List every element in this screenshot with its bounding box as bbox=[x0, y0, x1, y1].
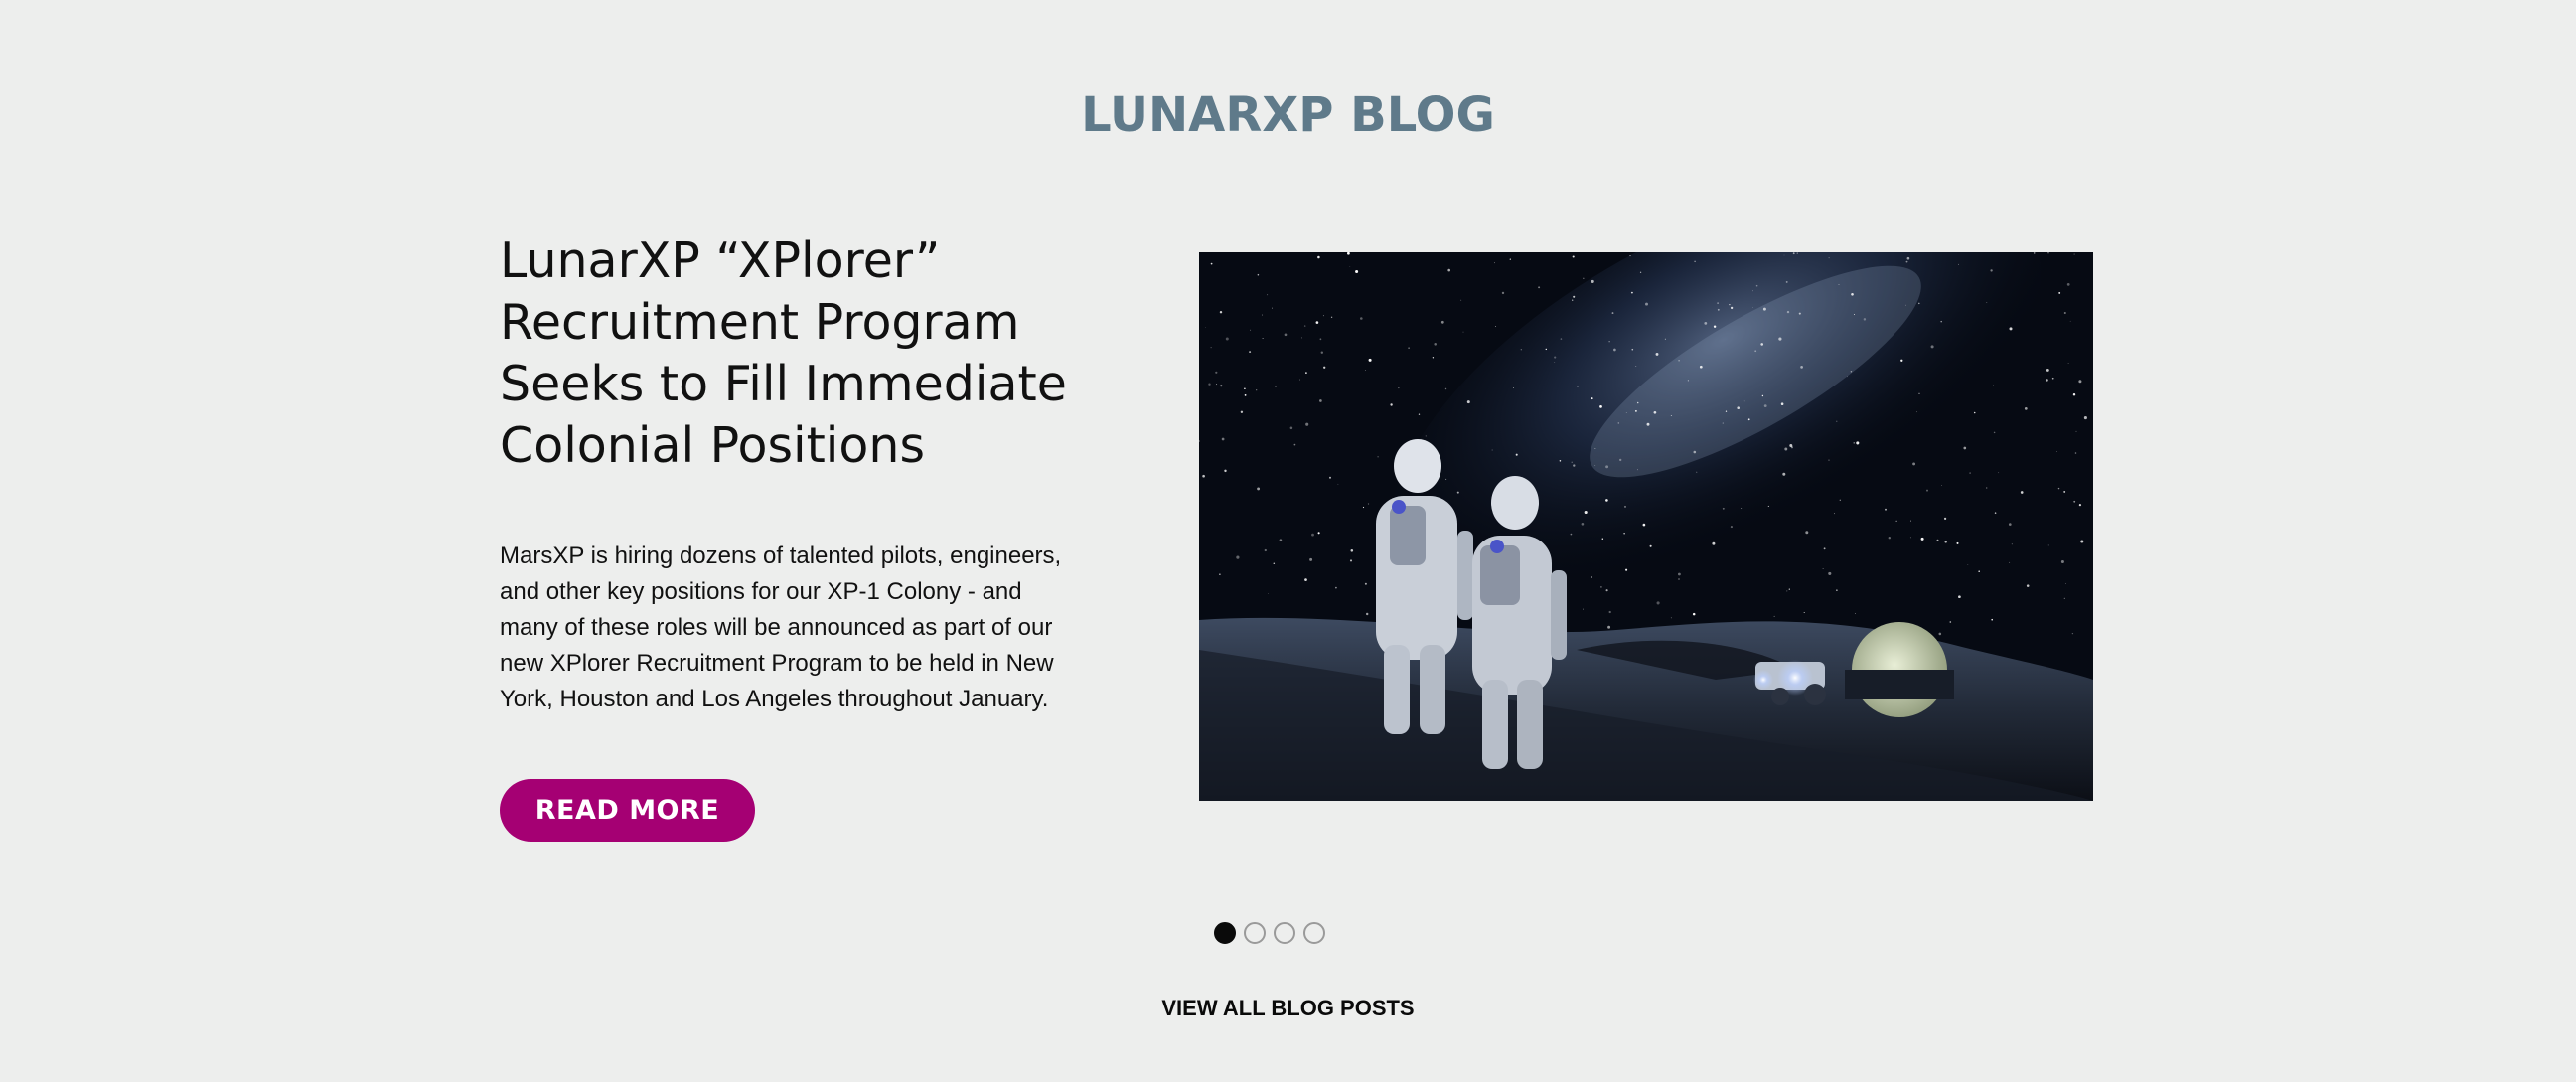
post-title: LunarXP “XPlorer” Recruitment Program Se… bbox=[500, 232, 1067, 474]
carousel-dot-3[interactable] bbox=[1274, 922, 1295, 944]
view-all-blog-posts-link[interactable]: VIEW ALL BLOG POSTS bbox=[0, 996, 2576, 1021]
blog-section-title: LUNARXP BLOG bbox=[1081, 87, 1495, 143]
read-more-button[interactable]: READ MORE bbox=[500, 779, 755, 842]
carousel-dot-1[interactable] bbox=[1214, 922, 1236, 944]
carousel-dot-4[interactable] bbox=[1303, 922, 1325, 944]
post-excerpt: MarsXP is hiring dozens of talented pilo… bbox=[500, 542, 1062, 712]
carousel-dot-2[interactable] bbox=[1244, 922, 1266, 944]
view-all-label: VIEW ALL BLOG POSTS bbox=[1161, 996, 1415, 1020]
carousel-pagination bbox=[1214, 922, 1325, 944]
post-hero-image[interactable] bbox=[1199, 252, 2093, 801]
